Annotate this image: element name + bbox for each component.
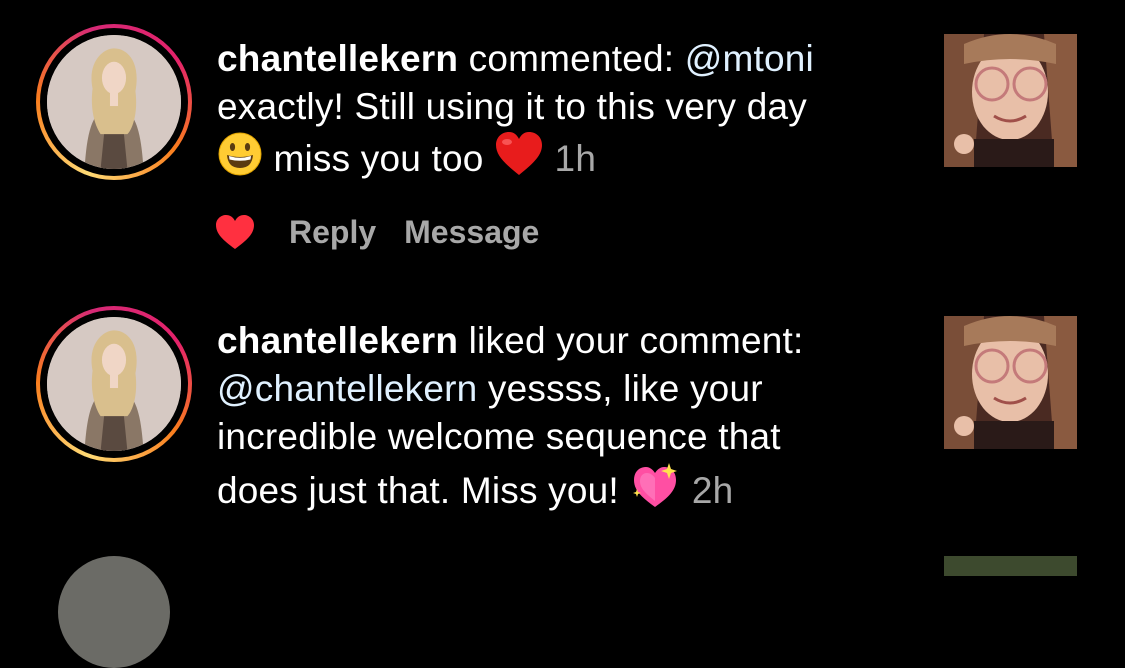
avatar [47, 35, 181, 169]
reply-button[interactable]: Reply [289, 214, 376, 251]
post-thumbnail[interactable] [944, 556, 1077, 576]
mention-link[interactable]: @mtoni [685, 38, 814, 79]
username-link[interactable]: chantellekern [217, 38, 458, 79]
heart-icon[interactable] [215, 214, 255, 250]
avatar[interactable] [58, 556, 170, 668]
avatar [47, 317, 181, 451]
red-heart-emoji-icon [494, 131, 544, 177]
comment-text: miss you too [263, 138, 495, 179]
comment-text: incredible welcome sequence that [217, 416, 781, 457]
post-thumbnail[interactable] [944, 316, 1077, 449]
timestamp: 2h [691, 470, 734, 511]
action-text: commented: [458, 38, 685, 79]
comment-text: yessss, like your [477, 368, 763, 409]
action-text: liked your comment: [458, 320, 804, 361]
username-link[interactable]: chantellekern [217, 320, 458, 361]
timestamp: 1h [554, 138, 597, 179]
comment-text: does just that. Miss you! [217, 470, 630, 511]
notification-text: chantellekern commented: @mtoni exactly!… [217, 35, 922, 183]
avatar-story-ring[interactable] [36, 24, 192, 180]
comment-actions: Reply Message [215, 210, 567, 254]
avatar-story-ring[interactable] [36, 306, 192, 462]
notification-text: chantellekern liked your comment: @chant… [217, 317, 922, 515]
message-button[interactable]: Message [404, 214, 539, 251]
comment-text: exactly! Still using it to this very day [217, 86, 807, 127]
sparkling-heart-emoji-icon [629, 461, 681, 511]
mention-link[interactable]: @chantellekern [217, 368, 477, 409]
post-thumbnail[interactable] [944, 34, 1077, 167]
grinning-face-emoji-icon [217, 131, 263, 177]
